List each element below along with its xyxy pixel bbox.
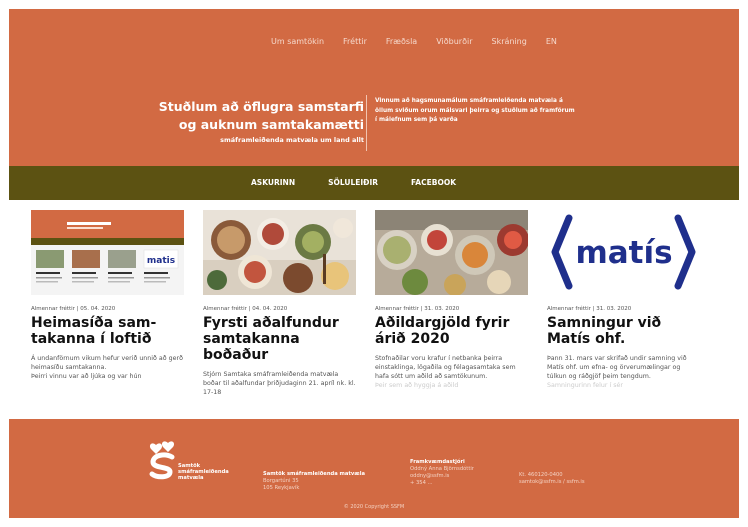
matis-logo-text: matís — [575, 235, 672, 271]
footer-contact-line[interactable]: samtok@ssfm.is / ssfm.is — [519, 479, 585, 486]
nav-item-education[interactable]: Fræðsla — [386, 37, 417, 46]
footer-address-line: 105 Reykjavík — [263, 485, 300, 491]
subnav-askurinn[interactable]: ASKURINN — [251, 178, 295, 187]
hero-slogan: Stuðlum að öflugra samstarfi og auknum s… — [159, 98, 364, 145]
ssfm-logo-icon[interactable] — [148, 439, 178, 483]
footer-board-title: Framkvæmdastjóri — [410, 459, 465, 465]
footer-board: Framkvæmdastjóri Oddný Anna Björnsdóttir… — [410, 459, 474, 487]
footer-address: Samtök smáframleiðenda matvæla Borgartún… — [263, 471, 365, 492]
news-meta: Almennar fréttir | 05. 04. 2020 — [31, 306, 116, 312]
news-card[interactable]: matís Almennar fréttir | 31. 03. 2020 Sa… — [547, 210, 700, 390]
nav-item-english[interactable]: EN — [546, 37, 557, 46]
news-excerpt-more: Þeirri vinnu var að ljúka og var hún — [31, 373, 142, 380]
news-excerpt: Á undanförnum vikum hefur verið unnið að… — [31, 354, 184, 381]
news-title[interactable]: Samningur við Matís ohf. — [547, 315, 700, 347]
news-meta: Almennar fréttir | 31. 03. 2020 — [547, 306, 632, 312]
slogan-line-3: smáframleiðenda matvæla um land allt — [220, 136, 364, 144]
news-thumbnail-market-food[interactable] — [375, 210, 528, 295]
news-card[interactable]: Almennar fréttir | 04. 04. 2020 Fyrsti a… — [203, 210, 356, 397]
page: Um samtökin Fréttir Fræðsla Viðburðir Sk… — [9, 9, 739, 518]
subnav-soluleidir[interactable]: SÖLULEIÐIR — [328, 178, 378, 187]
hero-divider — [366, 95, 367, 151]
logo-text-line: matvæla — [178, 475, 204, 481]
svg-text:matis: matis — [147, 256, 175, 266]
news-thumbnail-food-platter[interactable] — [203, 210, 356, 295]
nav-item-events[interactable]: Viðburðir — [436, 37, 472, 46]
footer: Samtök smáframleiðenda matvæla Samtök sm… — [9, 419, 739, 518]
news-card[interactable]: Almennar fréttir | 31. 03. 2020 Aðildarg… — [375, 210, 528, 390]
main-nav: Um samtökin Fréttir Fræðsla Viðburðir Sk… — [271, 37, 576, 46]
footer-contact-line: Kt. 460120-0400 — [519, 472, 563, 478]
footer-address-line: Borgartúni 35 — [263, 478, 299, 484]
footer-board-line: Oddný Anna Björnsdóttir — [410, 466, 474, 472]
footer-org-name: Samtök smáframleiðenda matvæla — [263, 471, 366, 477]
news-title[interactable]: Heimasíða sam-takanna í loftið — [31, 315, 184, 347]
news-excerpt-more: Samningurinn felur í sér — [547, 382, 623, 389]
footer-board-line[interactable]: oddny@ssfm.is — [410, 473, 474, 480]
nav-item-about[interactable]: Um samtökin — [271, 37, 324, 46]
news-title[interactable]: Fyrsti aðalfundur samtakanna boðaður — [203, 315, 356, 363]
footer-copyright: © 2020 Copyright SSFM — [343, 504, 405, 510]
news-excerpt: Þann 31. mars var skrifað undir samning … — [547, 354, 700, 390]
news-excerpt-text: Þann 31. mars var skrifað undir samning … — [547, 355, 687, 380]
news-thumbnail-website[interactable]: matis — [31, 210, 184, 295]
footer-board-line: + 354 ... — [410, 480, 433, 486]
news-title[interactable]: Aðildargjöld fyrir árið 2020 — [375, 315, 528, 347]
news-excerpt-text: Stjórn Samtaka smáframleiðenda matvæla b… — [203, 371, 356, 396]
nav-item-registration[interactable]: Skráning — [491, 37, 526, 46]
hero-tagline: Vinnum að hagsmunamálum smáframleiðenda … — [375, 98, 575, 123]
news-meta: Almennar fréttir | 31. 03. 2020 — [375, 306, 460, 312]
news-excerpt-more: Þeir sem að hyggja á aðild — [375, 382, 459, 389]
news-excerpt: Stjórn Samtaka smáframleiðenda matvæla b… — [203, 370, 356, 397]
footer-contact: Kt. 460120-0400 samtok@ssfm.is / ssfm.is — [519, 472, 585, 486]
news-excerpt-text: Á undanförnum vikum hefur verið unnið að… — [31, 355, 183, 371]
slogan-line-1: Stuðlum að öflugra samstarfi — [158, 99, 364, 114]
subnav-facebook[interactable]: FACEBOOK — [411, 178, 456, 187]
nav-item-news[interactable]: Fréttir — [343, 37, 367, 46]
news-section: matis Almennar fréttir | 05. 04. 2020 He — [9, 200, 739, 419]
news-thumbnail-matis[interactable]: matís — [547, 210, 700, 295]
footer-logo-text: Samtök smáframleiðenda matvæla — [178, 463, 229, 481]
slogan-line-2: og auknum samtakamætti — [178, 117, 364, 132]
news-excerpt: Stofnaðilar voru krafur í netbanka þeirr… — [375, 354, 528, 390]
news-meta: Almennar fréttir | 04. 04. 2020 — [203, 306, 288, 312]
news-excerpt-text: Stofnaðilar voru krafur í netbanka þeirr… — [375, 355, 516, 380]
news-card[interactable]: matis Almennar fréttir | 05. 04. 2020 He — [31, 210, 184, 381]
hero-banner: Um samtökin Fréttir Fræðsla Viðburðir Sk… — [9, 9, 739, 166]
sub-nav-bar: ASKURINN SÖLULEIÐIR FACEBOOK — [9, 166, 739, 200]
